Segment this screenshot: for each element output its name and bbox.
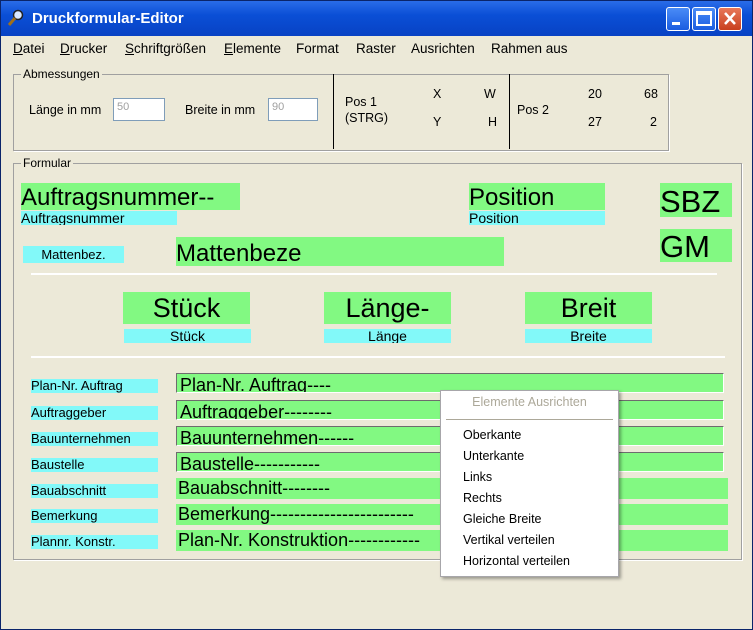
y-label: Y [433, 115, 442, 129]
maximize-icon [696, 11, 712, 26]
menu-item-vertikal-verteilen[interactable]: Vertikal verteilen [463, 533, 555, 547]
laenge-label: Länge in mm [29, 103, 102, 117]
divider [333, 74, 334, 149]
bemerkung-label[interactable]: Bemerkung [31, 509, 158, 523]
position-label[interactable]: Position [469, 211, 605, 225]
pos1-sub-label: (STRG) [345, 111, 389, 125]
pos2-y-value: 27 [588, 115, 602, 129]
magnifier-key-icon [7, 9, 24, 26]
divider [509, 74, 510, 149]
menu-format[interactable]: Format [296, 41, 339, 56]
menu-item-horizontal-verteilen[interactable]: Horizontal verteilen [463, 554, 570, 568]
breite-input[interactable]: 90 [268, 98, 318, 121]
abmessungen-group-label: Abmessungen [21, 67, 102, 81]
minimize-button[interactable] [666, 7, 690, 31]
menu-raster[interactable]: Raster [356, 41, 396, 56]
context-menu-ausrichten: Elemente Ausrichten Oberkante Unterkante… [440, 390, 619, 577]
abmessungen-group [13, 74, 669, 151]
stueck-label[interactable]: Stück [124, 329, 251, 343]
mattenbez-field[interactable]: Mattenbeze [176, 237, 504, 266]
menu-item-oberkante[interactable]: Oberkante [463, 428, 521, 442]
menu-item-gleiche-breite[interactable]: Gleiche Breite [463, 512, 542, 526]
x-label: X [433, 87, 442, 101]
laenge-input[interactable]: 50 [113, 98, 165, 121]
laenge-field[interactable]: Länge- [324, 292, 451, 324]
title-bar[interactable]: Druckformular-Editor [1, 1, 752, 36]
pos2-w-value: 68 [644, 87, 658, 101]
window-title: Druckformular-Editor [32, 10, 184, 27]
h-label: H [488, 115, 498, 129]
menu-ausrichten[interactable]: Ausrichten [411, 41, 475, 56]
menu-datei[interactable]: Datei [13, 41, 45, 56]
w-label: W [484, 87, 496, 101]
sbz-field[interactable]: SBZ [660, 183, 732, 217]
bauunternehmen-label[interactable]: Bauunternehmen [31, 432, 158, 446]
app-window: Druckformular-Editor Datei Drucker Schri… [0, 0, 753, 630]
menu-schriftgroessen[interactable]: Schriftgrößen [125, 41, 206, 56]
menu-rahmen-aus[interactable]: Rahmen aus [491, 41, 568, 56]
pos2-h-value: 2 [650, 115, 657, 129]
menu-item-rechts[interactable]: Rechts [463, 491, 502, 505]
breite-field[interactable]: Breit [525, 292, 652, 324]
position-field[interactable]: Position [469, 183, 605, 210]
context-menu-separator [446, 419, 613, 420]
separator [31, 356, 725, 358]
auftraggeber-label[interactable]: Auftraggeber [31, 406, 158, 420]
bauabschnitt-label[interactable]: Bauabschnitt [31, 484, 158, 498]
menu-item-links[interactable]: Links [463, 470, 492, 484]
pos2-label: Pos 2 [517, 103, 549, 117]
close-icon [724, 12, 736, 25]
context-menu-header: Elemente Ausrichten [472, 395, 587, 409]
plannr-konstr-label[interactable]: Plannr. Konstr. [31, 535, 158, 549]
minimize-icon [672, 22, 680, 25]
pos2-x-value: 20 [588, 87, 602, 101]
gm-field[interactable]: GM [660, 229, 732, 262]
formular-group-label: Formular [21, 156, 74, 170]
maximize-button[interactable] [692, 7, 716, 31]
breite-label: Breite in mm [185, 103, 256, 117]
pos1-label: Pos 1 [345, 95, 377, 109]
menu-elemente[interactable]: Elemente [224, 41, 281, 56]
menu-item-unterkante[interactable]: Unterkante [463, 449, 524, 463]
stueck-field[interactable]: Stück [123, 292, 250, 324]
menu-drucker[interactable]: Drucker [60, 41, 107, 56]
mattenbez-label[interactable]: Mattenbez. [23, 246, 124, 263]
auftragsnummer-label[interactable]: Auftragsnummer [21, 211, 177, 225]
menu-bar: Datei Drucker Schriftgrößen Elemente For… [1, 37, 752, 61]
laenge-label[interactable]: Länge [324, 329, 451, 343]
close-button[interactable] [718, 7, 742, 31]
breite-label[interactable]: Breite [525, 329, 652, 343]
auftragsnummer-field[interactable]: Auftragsnummer-- [21, 183, 240, 210]
plan-nr-auftrag-label[interactable]: Plan-Nr. Auftrag [31, 379, 158, 393]
baustelle-label[interactable]: Baustelle [31, 458, 158, 472]
separator [31, 273, 717, 275]
